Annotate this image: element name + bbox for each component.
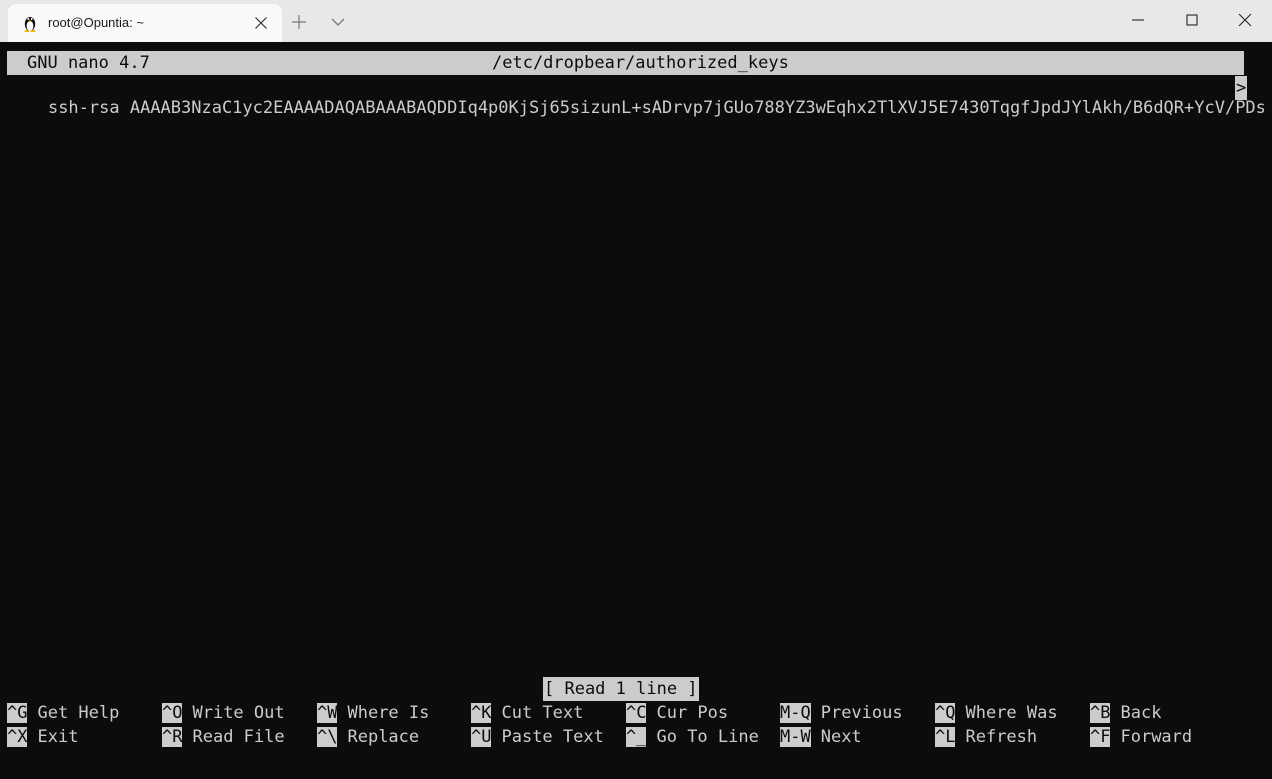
shortcut-label: Where Is <box>347 703 430 723</box>
shortcut-cut-text[interactable]: ^K Cut Text <box>471 701 583 725</box>
title-bar: root@Opuntia: ~ <box>0 0 1272 42</box>
shortcut-paste-text[interactable]: ^U Paste Text <box>471 725 604 749</box>
shortcut-read-file[interactable]: ^R Read File <box>162 725 285 749</box>
shortcut-label: Refresh <box>965 727 1038 747</box>
shortcut-get-help[interactable]: ^G Get Help <box>7 701 119 725</box>
shortcut-key: ^G <box>7 703 28 723</box>
tab-close-icon[interactable] <box>254 16 268 30</box>
chevron-down-icon[interactable] <box>331 17 345 27</box>
close-icon[interactable] <box>1238 13 1252 27</box>
shortcut-label: Go To Line <box>656 727 759 747</box>
shortcut-label: Write Out <box>192 703 285 723</box>
shortcut-key: ^_ <box>626 727 647 747</box>
shortcut-back[interactable]: ^B Back <box>1090 701 1161 725</box>
shortcut-where-was[interactable]: ^Q Where Was <box>935 701 1058 725</box>
shortcut-key: M-W <box>780 727 811 747</box>
shortcut-label: Replace <box>347 727 420 747</box>
shortcut-previous[interactable]: M-Q Previous <box>780 701 903 725</box>
shortcut-key: ^K <box>471 703 492 723</box>
shortcut-key: ^O <box>162 703 183 723</box>
nano-version: GNU nano 4.7 <box>27 53 150 73</box>
nano-filename: /etc/dropbear/authorized_keys <box>492 53 789 73</box>
shortcut-cur-pos[interactable]: ^C Cur Pos <box>626 701 728 725</box>
shortcut-key: ^R <box>162 727 183 747</box>
shortcut-where-is[interactable]: ^W Where Is <box>317 701 429 725</box>
shortcut-label: Next <box>820 727 862 747</box>
shortcut-next[interactable]: M-W Next <box>780 725 862 749</box>
terminal-tab[interactable]: root@Opuntia: ~ <box>8 4 282 42</box>
plus-icon[interactable] <box>291 14 307 30</box>
shortcut-label: Previous <box>820 703 903 723</box>
shortcut-key: ^\ <box>317 727 338 747</box>
shortcut-forward[interactable]: ^F Forward <box>1090 725 1192 749</box>
shortcut-key: ^F <box>1090 727 1111 747</box>
shortcut-key: ^W <box>317 703 338 723</box>
file-content-line[interactable]: ssh-rsa AAAAB3NzaC1yc2EAAAADAQABAAABAQDD… <box>7 76 1266 118</box>
status-message: [ Read 1 line ] <box>543 677 699 701</box>
shortcut-label: Get Help <box>37 703 120 723</box>
tab-title: root@Opuntia: ~ <box>48 15 144 30</box>
shortcut-label: Cut Text <box>501 703 584 723</box>
shortcut-key: ^C <box>626 703 647 723</box>
shortcut-go-to-line[interactable]: ^_ Go To Line <box>626 725 759 749</box>
shortcut-key: ^L <box>935 727 956 747</box>
shortcut-write-out[interactable]: ^O Write Out <box>162 701 285 725</box>
shortcut-key: M-Q <box>780 703 811 723</box>
shortcut-key: ^B <box>1090 703 1111 723</box>
shortcut-label: Cur Pos <box>656 703 729 723</box>
shortcut-key: ^X <box>7 727 28 747</box>
shortcut-label: Forward <box>1120 727 1193 747</box>
terminal-area[interactable]: GNU nano 4.7 /etc/dropbear/authorized_ke… <box>0 42 1272 779</box>
shortcut-refresh[interactable]: ^L Refresh <box>935 725 1037 749</box>
shortcut-key: ^Q <box>935 703 956 723</box>
nano-header: GNU nano 4.7 /etc/dropbear/authorized_ke… <box>7 51 1244 75</box>
shortcut-label: Paste Text <box>501 727 604 747</box>
file-content-text: ssh-rsa AAAAB3NzaC1yc2EAAAADAQABAAABAQDD… <box>47 98 1266 118</box>
shortcut-label: Back <box>1120 703 1162 723</box>
shortcut-replace[interactable]: ^\ Replace <box>317 725 419 749</box>
shortcut-label: Exit <box>37 727 79 747</box>
line-overflow-marker: > <box>1235 76 1248 100</box>
maximize-icon[interactable] <box>1185 13 1199 27</box>
shortcut-label: Where Was <box>965 703 1058 723</box>
shortcut-exit[interactable]: ^X Exit <box>7 725 78 749</box>
shortcut-bar: ^G Get Help ^O Write Out ^W Where Is ^K Cut … <box>7 701 1267 749</box>
linux-penguin-icon <box>24 17 36 32</box>
shortcut-key: ^U <box>471 727 492 747</box>
shortcut-label: Read File <box>192 727 285 747</box>
minimize-icon[interactable] <box>1131 13 1145 27</box>
